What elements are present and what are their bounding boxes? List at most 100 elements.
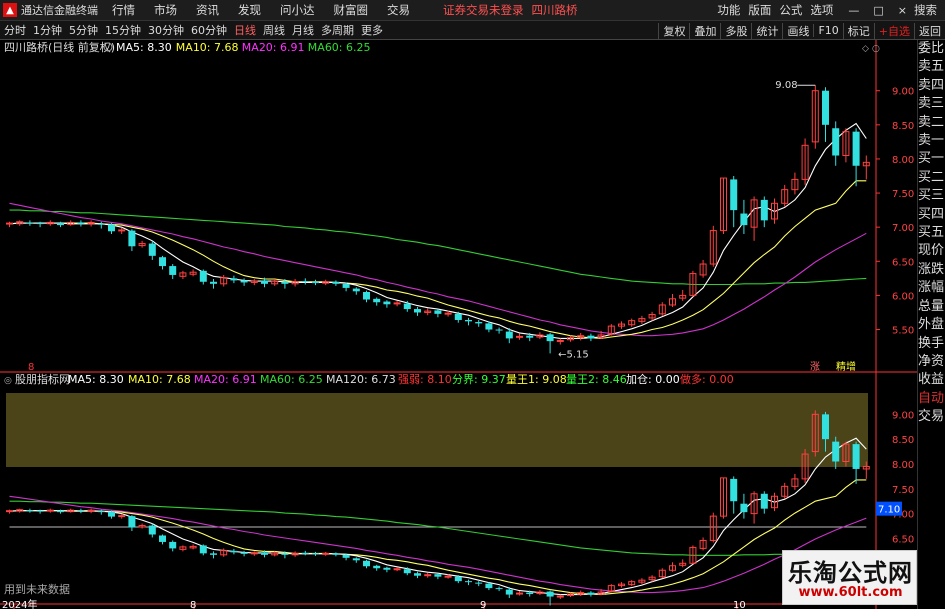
sub-candle-down[interactable] [363, 560, 370, 567]
sub-candle-up[interactable] [46, 509, 54, 512]
side-item-0[interactable]: 委比 [918, 40, 945, 58]
main-candle-down[interactable] [363, 292, 370, 300]
main-candle-down[interactable] [832, 128, 840, 156]
side-item-13[interactable]: 涨幅 [918, 279, 945, 297]
sub-candle-up[interactable] [118, 515, 126, 518]
side-item-8[interactable]: 买三 [918, 187, 945, 205]
main-candle-down[interactable] [97, 223, 105, 225]
sub-candle-up[interactable] [556, 595, 564, 598]
side-item-15[interactable]: 外盘 [918, 316, 945, 334]
side-item-14[interactable]: 总量 [918, 298, 945, 316]
main-candle-down[interactable] [434, 310, 442, 314]
period-60min[interactable]: 60分钟 [188, 22, 230, 38]
sub-candle-down[interactable] [383, 567, 391, 570]
sub-candle-down[interactable] [169, 541, 177, 549]
side-item-20[interactable]: 交易 [918, 408, 945, 426]
sub-candle-down[interactable] [454, 576, 462, 582]
main-candle-down[interactable] [454, 313, 462, 320]
side-item-1[interactable]: 卖五 [918, 58, 945, 76]
sub-candle-down[interactable] [108, 511, 115, 517]
menu-zixun[interactable]: 资讯 [196, 2, 219, 18]
main-candle-down[interactable] [159, 257, 166, 267]
main-candle-down[interactable] [57, 223, 64, 226]
main-candle-down[interactable] [128, 230, 136, 247]
main-candle-down[interactable] [760, 199, 768, 221]
menu-shichang[interactable]: 市场 [154, 2, 177, 18]
main-candle-down[interactable] [485, 323, 493, 330]
menu-gongneng[interactable]: 功能 [717, 2, 740, 18]
side-item-7[interactable]: 买二 [918, 169, 945, 187]
sub-candle-down[interactable] [852, 444, 860, 469]
period-more[interactable]: 更多 [358, 22, 386, 38]
main-candle-up[interactable] [444, 312, 452, 315]
sub-candle-down[interactable] [434, 574, 442, 577]
kline-chart[interactable]: 9.008.508.007.507.006.506.005.50R3009.00… [0, 40, 917, 609]
tool-biaoji[interactable]: 标记 [842, 22, 874, 39]
main-candle-up[interactable] [6, 222, 13, 225]
sub-candle-down[interactable] [505, 589, 513, 595]
menu-hangqing[interactable]: 行情 [112, 2, 135, 18]
main-candle-down[interactable] [281, 281, 289, 284]
main-candle-up[interactable] [393, 302, 401, 305]
menu-gongshi[interactable]: 公式 [779, 2, 802, 18]
main-candle-down[interactable] [36, 223, 44, 225]
period-monthly[interactable]: 月线 [289, 22, 317, 38]
sub-candle-down[interactable] [128, 516, 136, 528]
sub-candle-down[interactable] [240, 552, 248, 554]
window-maximize-icon[interactable]: □ [873, 4, 883, 17]
main-candle-down[interactable] [312, 281, 319, 284]
sub-candle-down[interactable] [475, 582, 483, 584]
main-candle-down[interactable] [822, 90, 829, 125]
sub-candle-down[interactable] [822, 414, 829, 440]
main-candle-down[interactable] [546, 334, 554, 342]
menu-jiaoyi[interactable]: 交易 [387, 2, 410, 18]
main-candle-down[interactable] [301, 281, 309, 283]
main-candle-down[interactable] [495, 329, 503, 331]
sub-candle-up[interactable] [393, 568, 401, 571]
sub-candle-down[interactable] [230, 550, 238, 553]
menu-caifuquan[interactable]: 财富圈 [334, 2, 369, 18]
window-minimize-icon[interactable]: — [848, 4, 859, 17]
main-candle-down[interactable] [342, 283, 350, 288]
sub-candle-down[interactable] [495, 588, 503, 590]
sub-candle-down[interactable] [36, 510, 44, 512]
main-candle-down[interactable] [261, 280, 268, 284]
period-15min[interactable]: 15分钟 [102, 22, 144, 38]
main-candle-down[interactable] [465, 319, 472, 322]
sub-candle-down[interactable] [301, 552, 309, 554]
sub-candle-up[interactable] [322, 552, 330, 555]
main-candle-down[interactable] [26, 222, 34, 224]
sub-candle-down[interactable] [148, 525, 156, 535]
sub-candle-down[interactable] [332, 553, 340, 555]
sub-candle-up[interactable] [6, 510, 13, 513]
main-candle-down[interactable] [169, 266, 177, 275]
sub-candle-down[interactable] [465, 581, 472, 583]
period-daily[interactable]: 日线 [231, 22, 259, 38]
sub-candle-down[interactable] [342, 554, 350, 558]
main-candle-up[interactable] [118, 229, 126, 232]
sub-candle-down[interactable] [26, 510, 34, 512]
main-candle-down[interactable] [230, 278, 238, 281]
side-item-4[interactable]: 卖二 [918, 114, 945, 132]
sub-candle-up[interactable] [516, 592, 523, 595]
main-candle-up[interactable] [556, 339, 564, 342]
side-item-6[interactable]: 买一 [918, 150, 945, 168]
main-candle-down[interactable] [414, 309, 421, 313]
sub-candle-down[interactable] [526, 592, 534, 595]
side-item-16[interactable]: 换手 [918, 335, 945, 353]
sub-candle-down[interactable] [97, 511, 105, 513]
menu-xuanxiang[interactable]: 选项 [810, 2, 833, 18]
sub-candle-down[interactable] [312, 553, 319, 555]
menu-faxian[interactable]: 发现 [238, 2, 261, 18]
main-candle-down[interactable] [199, 270, 207, 282]
sub-candle-down[interactable] [730, 478, 738, 502]
tool-diejia[interactable]: 叠加 [689, 22, 720, 39]
sub-candle-down[interactable] [403, 569, 411, 574]
side-item-19[interactable]: 自动 [918, 390, 945, 408]
sub-candle-down[interactable] [485, 583, 493, 589]
main-candle-down[interactable] [475, 322, 483, 324]
period-1min[interactable]: 1分钟 [30, 22, 65, 38]
menu-banmian[interactable]: 版面 [748, 2, 771, 18]
trade-login-notice[interactable]: 证券交易未登录 [443, 2, 524, 18]
tool-back[interactable]: 返回 [914, 22, 945, 39]
